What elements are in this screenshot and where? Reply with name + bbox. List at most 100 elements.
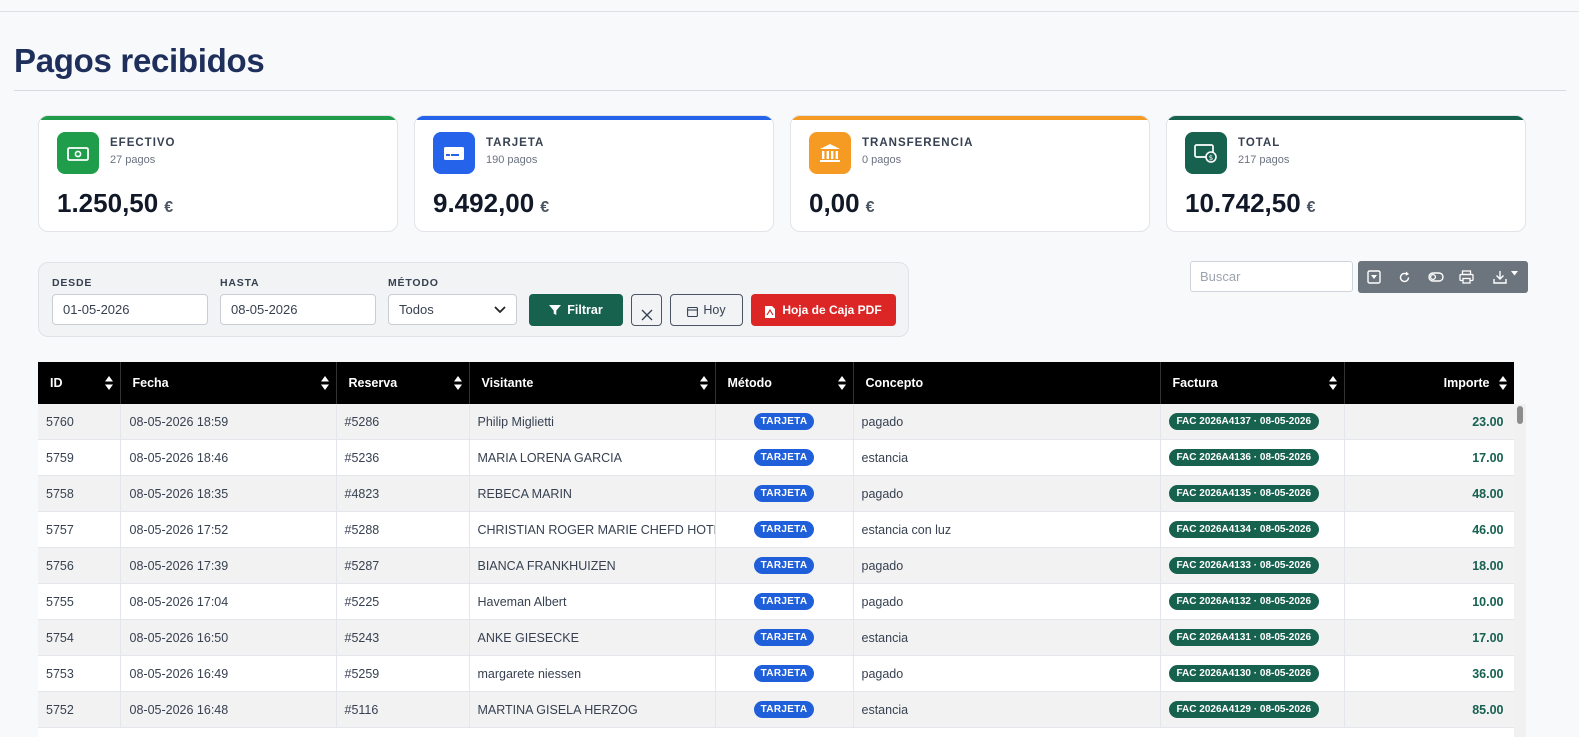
cell-id: 5757 [38, 511, 121, 548]
hasta-date-input[interactable]: 08-05-2026 [220, 294, 376, 325]
table-row[interactable]: 5757 08-05-2026 17:52 #5288 CHRISTIAN ROGER… [38, 511, 1514, 548]
cell-factura: FAC 2026A4133 · 08-05-2026 [1160, 547, 1345, 584]
cell-reserva: #5287 [336, 547, 470, 584]
cell-concepto: pagado [853, 583, 1161, 620]
cell-importe: 10.00 [1344, 583, 1514, 620]
cell-metodo: TARJETA [715, 439, 854, 476]
cell-fecha: 08-05-2026 17:04 [120, 583, 337, 620]
cell-visitante: margarete niessen [469, 655, 716, 692]
toggle-filter-button[interactable] [1358, 261, 1389, 293]
metodo-select[interactable]: Todos [388, 294, 517, 325]
printer-icon [1459, 270, 1474, 284]
card-label: TARJETA [486, 137, 545, 149]
cell-importe: 85.00 [1344, 691, 1514, 728]
method-badge: TARJETA [753, 629, 815, 646]
table-row[interactable]: 5753 08-05-2026 16:49 #5259 margarete niess… [38, 655, 1514, 692]
cell-reserva: #5243 [336, 619, 470, 656]
table-scrollbar[interactable] [1514, 404, 1526, 737]
method-badge: TARJETA [753, 593, 815, 610]
hoy-button[interactable]: Hoy [670, 294, 743, 326]
desde-date-input[interactable]: 01-05-2026 [52, 294, 208, 325]
cell-visitante: ANKE GIESECKE [469, 619, 716, 656]
invoice-badge[interactable]: FAC 2026A4134 · 08-05-2026 [1168, 521, 1320, 538]
method-badge: TARJETA [753, 701, 815, 718]
table-row[interactable]: 5752 08-05-2026 16:48 #5116 MARTINA GISELA … [38, 691, 1514, 728]
invoice-badge[interactable]: FAC 2026A4129 · 08-05-2026 [1168, 701, 1320, 718]
invoice-badge[interactable]: FAC 2026A4136 · 08-05-2026 [1168, 449, 1320, 466]
toggle-view-button[interactable] [1420, 261, 1451, 293]
column-header-fecha[interactable]: Fecha [120, 362, 337, 404]
sort-icon[interactable] [1498, 376, 1507, 390]
cell-id: 5760 [38, 404, 121, 440]
filtrar-button[interactable]: Filtrar [529, 294, 623, 326]
cell-id: 5753 [38, 655, 121, 692]
cell-importe: 48.00 [1344, 475, 1514, 512]
cell-concepto: pagado [853, 404, 1161, 440]
table-header-row: ID Fecha Reserva Visitante Método Concepto Fac… [38, 362, 1514, 404]
hasta-label: HASTA [220, 277, 260, 289]
cell-fecha: 08-05-2026 16:49 [120, 655, 337, 692]
sort-icon[interactable] [453, 376, 462, 390]
cell-visitante: MARTINA GISELA HERZOG [469, 691, 716, 728]
column-header-reserva[interactable]: Reserva [336, 362, 470, 404]
cell-concepto: estancia [853, 691, 1161, 728]
invoice-badge[interactable]: FAC 2026A4131 · 08-05-2026 [1168, 629, 1320, 646]
sort-icon[interactable] [104, 376, 113, 390]
invoice-badge[interactable]: FAC 2026A4132 · 08-05-2026 [1168, 593, 1320, 610]
column-header-concepto[interactable]: Concepto [853, 362, 1161, 404]
card-amount: 10.742,50 € [1185, 188, 1316, 218]
cell-reserva: #5116 [336, 691, 470, 728]
column-header-visitante[interactable]: Visitante [469, 362, 716, 404]
column-header-metodo[interactable]: Método [715, 362, 854, 404]
invoice-badge[interactable]: FAC 2026A4133 · 08-05-2026 [1168, 557, 1320, 574]
cell-fecha: 08-05-2026 18:46 [120, 439, 337, 476]
cell-concepto: estancia [853, 619, 1161, 656]
column-header-importe[interactable]: Importe [1344, 362, 1514, 404]
cell-reserva: #5288 [336, 511, 470, 548]
scrollbar-thumb[interactable] [1517, 406, 1523, 424]
invoice-badge[interactable]: FAC 2026A4130 · 08-05-2026 [1168, 665, 1320, 682]
export-button[interactable] [1482, 261, 1528, 293]
refresh-button[interactable] [1389, 261, 1420, 293]
sort-icon[interactable] [1328, 376, 1337, 390]
cell-factura: FAC 2026A4136 · 08-05-2026 [1160, 439, 1345, 476]
cell-metodo: TARJETA [715, 655, 854, 692]
card-amount: 9.492,00 € [433, 188, 550, 218]
cell-reserva: #5259 [336, 655, 470, 692]
sort-icon[interactable] [837, 376, 846, 390]
payments-table: ID Fecha Reserva Visitante Método Concepto Fac… [38, 362, 1514, 737]
metodo-selected-value: Todos [399, 302, 434, 317]
table-row[interactable]: 5754 08-05-2026 16:50 #5243 ANKE GIESECKE TA… [38, 619, 1514, 656]
cell-factura: FAC 2026A4129 · 08-05-2026 [1160, 691, 1345, 728]
table-row[interactable]: 5759 08-05-2026 18:46 #5236 MARIA LORENA GA… [38, 439, 1514, 476]
print-button[interactable] [1451, 261, 1482, 293]
invoice-badge[interactable]: FAC 2026A4135 · 08-05-2026 [1168, 485, 1320, 502]
column-header-label: Fecha [132, 376, 169, 390]
cell-fecha: 08-05-2026 17:39 [120, 547, 337, 584]
title-divider [14, 90, 1566, 91]
column-header-id[interactable]: ID [38, 362, 121, 404]
toggle-icon [1427, 272, 1444, 282]
cell-visitante: Haveman Albert [469, 583, 716, 620]
hoja-caja-pdf-button[interactable]: Hoja de Caja PDF [751, 294, 896, 326]
sort-icon[interactable] [320, 376, 329, 390]
cell-fecha: 08-05-2026 17:52 [120, 511, 337, 548]
table-row[interactable]: 5760 08-05-2026 18:59 #5286 Philip Migliett… [38, 404, 1514, 440]
column-header-label: Factura [1172, 376, 1218, 390]
cell-fecha: 08-05-2026 16:50 [120, 619, 337, 656]
sort-icon[interactable] [699, 376, 708, 390]
table-row[interactable]: 5758 08-05-2026 18:35 #4823 REBECA MARIN TAR… [38, 475, 1514, 512]
cell-fecha: 08-05-2026 16:48 [120, 691, 337, 728]
close-icon [641, 309, 653, 321]
search-input[interactable] [1190, 261, 1353, 292]
cell-fecha: 08-05-2026 18:59 [120, 404, 337, 440]
table-row[interactable]: 5756 08-05-2026 17:39 #5287 BIANCA FRANKHUI… [38, 547, 1514, 584]
caret-down-icon [1510, 270, 1518, 276]
cell-concepto: pagado [853, 475, 1161, 512]
column-header-label: ID [50, 376, 63, 390]
table-row[interactable]: 5755 08-05-2026 17:04 #5225 Haveman Albert T… [38, 583, 1514, 620]
clear-filters-button[interactable] [631, 294, 662, 326]
column-header-factura[interactable]: Factura [1160, 362, 1345, 404]
cell-metodo: TARJETA [715, 404, 854, 440]
invoice-badge[interactable]: FAC 2026A4137 · 08-05-2026 [1168, 413, 1320, 430]
